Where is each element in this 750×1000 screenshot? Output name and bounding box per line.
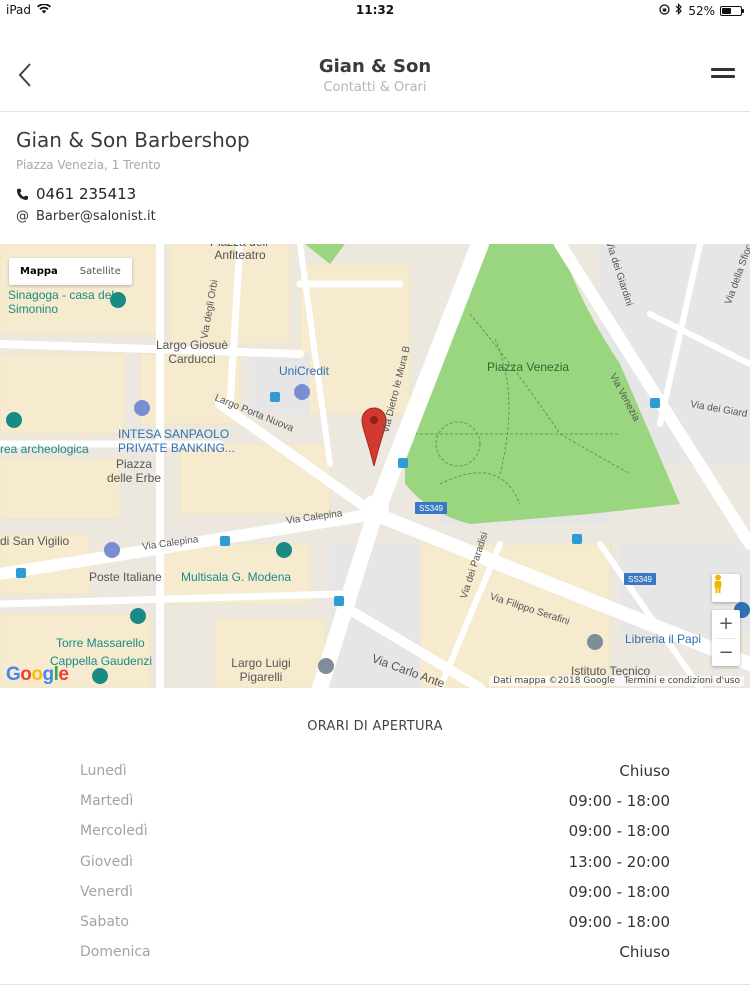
map-label: Piazza dell' Anfiteatro — [210, 244, 270, 262]
phone-row[interactable]: 0461 235413 — [16, 185, 734, 203]
map-label: Piazza delle Erbe — [106, 457, 162, 485]
map-label: Piazza Venezia — [487, 360, 570, 374]
email-address[interactable]: Barber@salonist.it — [36, 209, 156, 224]
day-label: Giovedì — [80, 853, 133, 870]
pegman-icon — [714, 574, 722, 593]
day-label: Martedì — [80, 793, 134, 810]
terms-link[interactable]: Termini e condizioni d'uso — [624, 676, 740, 686]
hours-row: Mercoledì 09:00 - 18:00 — [80, 816, 670, 846]
map-label: di San Vigilio — [0, 534, 70, 548]
time-value: 13:00 - 20:00 — [568, 852, 670, 871]
hours-row: Martedì 09:00 - 18:00 — [80, 786, 670, 816]
phone-number[interactable]: 0461 235413 — [36, 185, 136, 203]
map-label: INTESA SANPAOLO PRIVATE BANKING... — [118, 427, 235, 455]
location-pin-icon[interactable] — [361, 407, 387, 467]
map-label: UniCredit — [279, 364, 330, 378]
map-attribution: Dati mappa ©2018 Google Termini e condiz… — [489, 676, 744, 686]
day-label: Venerdì — [80, 883, 133, 900]
street-view-button[interactable] — [712, 574, 740, 602]
zoom-out-button[interactable]: − — [712, 639, 740, 667]
map-data-credit: Dati mappa ©2018 Google — [493, 676, 616, 686]
day-label: Domenica — [80, 944, 151, 961]
clock: 11:32 — [355, 3, 395, 17]
page-subtitle: Contatti & Orari — [323, 80, 427, 95]
time-value: Chiuso — [619, 762, 670, 781]
hours-row: Venerdì 09:00 - 18:00 — [80, 877, 670, 907]
time-value: 09:00 - 18:00 — [568, 822, 670, 841]
opening-hours-list: Lunedì Chiuso Martedì 09:00 - 18:00 Merc… — [80, 756, 670, 967]
time-value: 09:00 - 18:00 — [568, 882, 670, 901]
hours-row: Lunedì Chiuso — [80, 756, 670, 786]
phone-icon — [16, 188, 36, 201]
day-label: Lunedì — [80, 763, 127, 780]
map-label: Multisala G. Modena — [181, 570, 292, 584]
map-label: rea archeologica — [0, 442, 89, 456]
bluetooth-icon — [675, 3, 683, 18]
map-view[interactable]: SS349 SS349 Piazza dell' Anfiteatro Sina… — [0, 244, 750, 688]
shop-name: Gian & Son Barbershop — [16, 128, 250, 152]
time-value: Chiuso — [619, 943, 670, 962]
orientation-lock-icon — [659, 3, 670, 18]
contact-section: Gian & Son Barbershop Piazza Venezia, 1 … — [16, 128, 734, 224]
shop-address: Piazza Venezia, 1 Trento — [16, 158, 161, 172]
map-label: Largo Giosuè Carducci — [155, 338, 229, 366]
day-label: Sabato — [80, 914, 129, 931]
map-label: Torre Massarello — [56, 636, 145, 650]
divider — [0, 984, 750, 985]
status-bar: iPad 11:32 52% — [0, 0, 750, 22]
at-icon: @ — [16, 209, 29, 224]
road-shield-label: SS349 — [419, 504, 444, 513]
opening-hours-title: ORARI DI APERTURA — [307, 719, 443, 734]
map-type-map-button[interactable]: Mappa — [9, 258, 69, 285]
day-label: Mercoledì — [80, 823, 148, 840]
google-logo: Google — [6, 664, 69, 685]
menu-button[interactable] — [708, 64, 738, 86]
hours-row: Domenica Chiuso — [80, 937, 670, 967]
map-label: Libreria il Papi — [625, 632, 702, 646]
map-label: Sinagoga - casa del Simonino — [8, 288, 115, 316]
map-type-satellite-button[interactable]: Satellite — [69, 258, 132, 285]
map-type-toggle: Mappa Satellite — [9, 258, 132, 285]
map-label: Poste Italiane — [89, 570, 162, 584]
zoom-controls: + − — [712, 610, 740, 666]
time-value: 09:00 - 18:00 — [568, 913, 670, 932]
zoom-in-button[interactable]: + — [712, 610, 740, 638]
hours-row: Giovedì 13:00 - 20:00 — [80, 847, 670, 877]
email-row[interactable]: @ Barber@salonist.it — [16, 209, 734, 224]
map-label: Largo Luigi Pigarelli — [231, 656, 291, 684]
battery-icon — [720, 5, 744, 16]
nav-header: Gian & Son Contatti & Orari — [0, 40, 750, 112]
hamburger-menu-icon — [708, 68, 738, 78]
battery-percent: 52% — [688, 3, 715, 18]
page-title: Gian & Son — [318, 56, 432, 77]
hours-row: Sabato 09:00 - 18:00 — [80, 907, 670, 937]
time-value: 09:00 - 18:00 — [568, 792, 670, 811]
road-shield-label: SS349 — [628, 575, 653, 584]
